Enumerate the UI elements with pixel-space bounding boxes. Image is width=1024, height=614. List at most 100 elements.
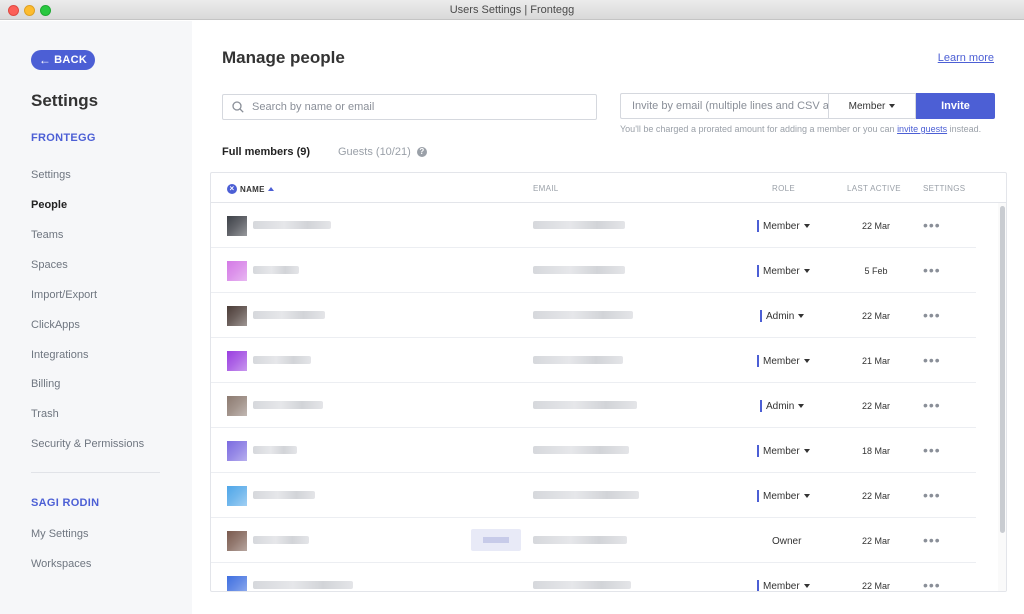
page-title: Manage people bbox=[222, 48, 345, 67]
column-name-label: NAME bbox=[240, 184, 265, 194]
member-name-redacted bbox=[253, 401, 323, 409]
more-options-icon[interactable]: ••• bbox=[923, 532, 941, 548]
role-indicator-bar bbox=[757, 355, 759, 367]
invite-role-value: Member bbox=[848, 100, 886, 112]
invite-form: Member Invite bbox=[620, 93, 995, 119]
sidebar-item-settings[interactable]: Settings bbox=[31, 169, 71, 181]
more-options-icon[interactable]: ••• bbox=[923, 487, 941, 503]
sidebar-item-billing[interactable]: Billing bbox=[31, 378, 60, 390]
invite-guests-link[interactable]: invite guests bbox=[897, 124, 947, 134]
learn-more-link[interactable]: Learn more bbox=[938, 52, 994, 64]
avatar bbox=[227, 261, 247, 281]
column-header-email[interactable]: EMAIL bbox=[533, 184, 559, 193]
member-email-redacted bbox=[533, 221, 625, 229]
back-button-label: BACK bbox=[54, 54, 88, 66]
role-dropdown: Owner bbox=[772, 535, 801, 547]
member-email-redacted bbox=[533, 536, 627, 544]
redacted-badge bbox=[471, 529, 521, 551]
role-dropdown[interactable]: Member bbox=[757, 445, 810, 457]
more-options-icon[interactable]: ••• bbox=[923, 307, 941, 323]
avatar bbox=[227, 576, 247, 591]
role-indicator-bar bbox=[757, 490, 759, 502]
more-options-icon[interactable]: ••• bbox=[923, 442, 941, 458]
tab-guests[interactable]: Guests (10/21) ? bbox=[338, 146, 427, 158]
search-input[interactable] bbox=[252, 101, 582, 113]
sidebar: ← BACK Settings FRONTEGG Settings People… bbox=[0, 21, 192, 614]
sidebar-item-teams[interactable]: Teams bbox=[31, 229, 63, 241]
table-row[interactable]: Owner 22 Mar ••• bbox=[211, 518, 976, 563]
help-icon[interactable]: ? bbox=[416, 147, 427, 158]
table-row[interactable]: Member 5 Feb ••• bbox=[211, 248, 976, 293]
sidebar-title: Settings bbox=[31, 91, 99, 110]
caret-down-icon bbox=[803, 584, 810, 588]
column-header-role[interactable]: ROLE bbox=[772, 184, 795, 193]
column-header-name[interactable]: × NAME bbox=[227, 184, 274, 194]
invite-button[interactable]: Invite bbox=[916, 93, 995, 119]
role-dropdown[interactable]: Member bbox=[757, 355, 810, 367]
avatar bbox=[227, 351, 247, 371]
caret-down-icon bbox=[803, 359, 810, 363]
sidebar-item-spaces[interactable]: Spaces bbox=[31, 259, 68, 271]
sidebar-item-trash[interactable]: Trash bbox=[31, 408, 59, 420]
role-dropdown[interactable]: Member bbox=[757, 265, 810, 277]
table-row[interactable]: Member 22 Mar ••• bbox=[211, 203, 976, 248]
more-options-icon[interactable]: ••• bbox=[923, 217, 941, 233]
member-name-redacted bbox=[253, 356, 311, 364]
member-email-redacted bbox=[533, 266, 625, 274]
caret-down-icon bbox=[803, 449, 810, 453]
role-dropdown[interactable]: Admin bbox=[760, 310, 805, 322]
sidebar-item-my-settings[interactable]: My Settings bbox=[31, 528, 88, 540]
role-dropdown[interactable]: Member bbox=[757, 490, 810, 502]
avatar bbox=[227, 216, 247, 236]
invite-role-select[interactable]: Member bbox=[828, 93, 916, 119]
role-dropdown[interactable]: Member bbox=[757, 580, 810, 591]
role-dropdown[interactable]: Member bbox=[757, 220, 810, 232]
sidebar-item-workspaces[interactable]: Workspaces bbox=[31, 558, 91, 570]
table-row[interactable]: Member 22 Mar ••• bbox=[211, 473, 976, 518]
invite-email-input[interactable] bbox=[620, 93, 828, 119]
role-label: Member bbox=[763, 490, 800, 502]
main-panel: Manage people Learn more Member Invite Y… bbox=[192, 21, 1024, 614]
sidebar-item-integrations[interactable]: Integrations bbox=[31, 349, 88, 361]
caret-down-icon bbox=[798, 404, 805, 408]
more-options-icon[interactable]: ••• bbox=[923, 577, 941, 591]
tab-full-members[interactable]: Full members (9) bbox=[222, 146, 310, 158]
clear-sort-icon[interactable]: × bbox=[227, 184, 237, 194]
table-row[interactable]: Admin 22 Mar ••• bbox=[211, 293, 976, 338]
table-row[interactable]: Member 22 Mar ••• bbox=[211, 563, 976, 591]
column-header-last-active[interactable]: LAST ACTIVE bbox=[847, 184, 901, 193]
sidebar-item-clickapps[interactable]: ClickApps bbox=[31, 319, 80, 331]
role-label: Member bbox=[763, 265, 800, 277]
column-header-settings: SETTINGS bbox=[923, 184, 966, 193]
table-row[interactable]: Member 21 Mar ••• bbox=[211, 338, 976, 383]
member-email-redacted bbox=[533, 311, 633, 319]
table-row[interactable]: Admin 22 Mar ••• bbox=[211, 383, 976, 428]
member-name-redacted bbox=[253, 446, 297, 454]
last-active-date: 22 Mar bbox=[861, 221, 890, 231]
last-active-date: 22 Mar bbox=[861, 311, 890, 321]
people-table: × NAME EMAIL ROLE LAST ACTIVE SETTINGS M… bbox=[210, 172, 1007, 592]
more-options-icon[interactable]: ••• bbox=[923, 352, 941, 368]
caret-down-icon bbox=[889, 104, 896, 108]
sidebar-section-user: SAGI RODIN bbox=[31, 497, 100, 509]
avatar bbox=[227, 441, 247, 461]
sidebar-item-people[interactable]: People bbox=[31, 199, 67, 211]
role-indicator-bar bbox=[760, 400, 762, 412]
charge-note: You'll be charged a prorated amount for … bbox=[620, 124, 990, 135]
back-button[interactable]: ← BACK bbox=[31, 50, 95, 70]
more-options-icon[interactable]: ••• bbox=[923, 262, 941, 278]
table-row[interactable]: Member 18 Mar ••• bbox=[211, 428, 976, 473]
caret-down-icon bbox=[798, 314, 805, 318]
role-label: Member bbox=[763, 445, 800, 457]
role-label: Admin bbox=[766, 310, 795, 322]
scrollbar-thumb[interactable] bbox=[1000, 206, 1005, 533]
role-dropdown[interactable]: Admin bbox=[760, 400, 805, 412]
member-name-redacted bbox=[253, 311, 325, 319]
role-label: Admin bbox=[766, 400, 795, 412]
sidebar-item-import-export[interactable]: Import/Export bbox=[31, 289, 97, 301]
sidebar-divider bbox=[31, 472, 160, 473]
back-arrow-icon: ← bbox=[38, 53, 52, 67]
more-options-icon[interactable]: ••• bbox=[923, 397, 941, 413]
role-label: Owner bbox=[772, 535, 802, 547]
sidebar-item-security[interactable]: Security & Permissions bbox=[31, 438, 144, 450]
